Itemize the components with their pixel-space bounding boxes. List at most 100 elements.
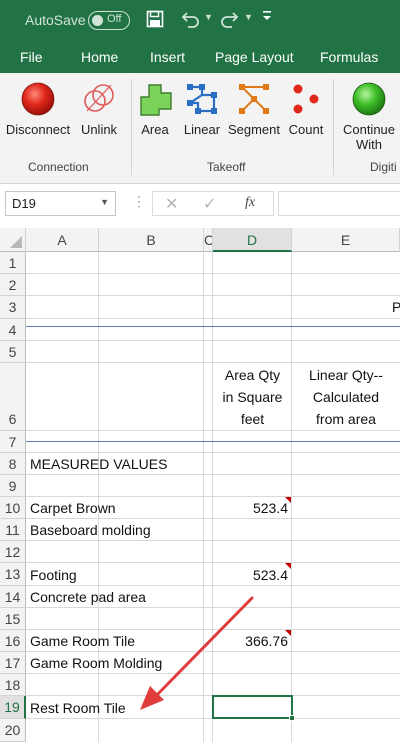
row-header[interactable]: 1	[0, 252, 26, 274]
segment-label: Segment	[227, 122, 281, 137]
group-connection-label: Connection	[28, 160, 89, 174]
fill-handle[interactable]	[289, 715, 295, 721]
count-button[interactable]: Count	[284, 81, 328, 137]
linear-icon	[186, 84, 217, 114]
blue-border-line	[26, 441, 400, 442]
area-polygon-icon	[140, 84, 172, 116]
row-header[interactable]: 5	[0, 341, 26, 363]
cell-a11[interactable]: Baseboard molding	[30, 522, 151, 538]
disconnect-label: Disconnect	[5, 122, 71, 137]
cell-a14[interactable]: Concrete pad area	[30, 589, 146, 605]
formula-buttons: ✕ ✓ fx	[152, 191, 274, 216]
column-header-d[interactable]: D	[213, 228, 292, 252]
cell-a16[interactable]: Game Room Tile	[30, 633, 135, 649]
toggle-knob	[92, 15, 103, 26]
ribbon: Disconnect Unlink Connection Area Linear	[0, 73, 400, 184]
name-box[interactable]: D19 ▼	[5, 191, 116, 216]
cell-a8[interactable]: MEASURED VALUES	[30, 456, 167, 472]
cell-e6-line3[interactable]: from area	[292, 411, 400, 427]
column-header-b[interactable]: B	[99, 228, 204, 252]
select-all-corner[interactable]	[0, 228, 26, 252]
enter-icon[interactable]: ✓	[203, 194, 216, 214]
cell-d10[interactable]: 523.4	[213, 500, 288, 516]
row-header[interactable]: 17	[0, 652, 26, 674]
cell-e6-line2[interactable]: Calculated	[292, 389, 400, 405]
cell-d6-line2[interactable]: in Square	[213, 389, 292, 405]
continue-label-line2: With	[356, 137, 382, 152]
row-header[interactable]: 16	[0, 630, 26, 652]
comment-indicator[interactable]	[285, 497, 291, 503]
row-header[interactable]: 10	[0, 497, 26, 519]
grid-line	[26, 496, 400, 497]
save-icon[interactable]	[146, 10, 164, 33]
cell-d6-line1[interactable]: Area Qty	[213, 367, 292, 383]
cell-e3[interactable]: P	[392, 299, 400, 315]
continue-label-line1: Continue	[342, 122, 396, 137]
count-label: Count	[288, 122, 324, 137]
redo-icon[interactable]	[220, 10, 240, 33]
autosave-state: Off	[107, 13, 122, 25]
formula-input[interactable]	[278, 191, 400, 216]
grid-line	[26, 318, 400, 319]
cell-e6-line1[interactable]: Linear Qty--	[292, 367, 400, 383]
row-header-selected[interactable]: 19	[0, 696, 26, 719]
comment-indicator[interactable]	[285, 630, 291, 636]
group-separator	[131, 79, 132, 175]
row-header[interactable]: 3	[0, 296, 26, 319]
green-circle-icon	[352, 82, 386, 116]
customize-toolbar-icon[interactable]	[262, 9, 272, 26]
cell-d13[interactable]: 523.4	[213, 567, 288, 583]
row-header[interactable]: 20	[0, 719, 26, 742]
grid-line	[26, 474, 400, 475]
cell-a10[interactable]: Carpet Brown	[30, 500, 116, 516]
row-header[interactable]: 6	[0, 363, 26, 431]
grid-line	[26, 518, 400, 519]
cell-a19[interactable]: Rest Room Tile	[30, 700, 126, 716]
area-label: Area	[141, 122, 169, 137]
unlink-icon	[84, 84, 114, 112]
blue-border-line	[26, 326, 400, 327]
undo-dropdown-icon[interactable]: ▼	[204, 12, 213, 22]
segment-button[interactable]: Segment	[226, 81, 282, 137]
disconnect-button[interactable]: Disconnect	[4, 81, 72, 137]
column-header-c[interactable]: C	[204, 228, 213, 252]
undo-icon[interactable]	[180, 10, 200, 33]
tab-file[interactable]: File	[20, 49, 43, 65]
cell-d6-line3[interactable]: feet	[213, 411, 292, 427]
insert-function-icon[interactable]: fx	[245, 195, 255, 211]
tab-insert[interactable]: Insert	[150, 49, 185, 65]
area-button[interactable]: Area	[136, 81, 174, 137]
tab-home[interactable]: Home	[81, 49, 118, 65]
unlink-label: Unlink	[80, 122, 118, 137]
cancel-icon[interactable]: ✕	[165, 194, 178, 214]
grid-line	[26, 362, 400, 363]
row-header[interactable]: 13	[0, 563, 26, 586]
tab-formulas[interactable]: Formulas	[320, 49, 378, 65]
row-header[interactable]: 12	[0, 541, 26, 563]
segment-icon	[239, 84, 269, 114]
row-header[interactable]: 2	[0, 274, 26, 296]
unlink-button[interactable]: Unlink	[76, 81, 122, 137]
row-header[interactable]: 9	[0, 475, 26, 497]
row-header[interactable]: 4	[0, 319, 26, 341]
linear-button[interactable]: Linear	[180, 81, 224, 137]
column-header-e[interactable]: E	[292, 228, 400, 252]
tab-page-layout[interactable]: Page Layout	[215, 49, 294, 65]
row-header[interactable]: 11	[0, 519, 26, 541]
redo-dropdown-icon[interactable]: ▼	[244, 12, 253, 22]
row-header[interactable]: 18	[0, 674, 26, 696]
row-header[interactable]: 15	[0, 608, 26, 630]
cell-a13[interactable]: Footing	[30, 567, 77, 583]
name-box-value: D19	[12, 196, 36, 211]
row-header[interactable]: 8	[0, 453, 26, 475]
comment-indicator[interactable]	[285, 563, 291, 569]
continue-with-button[interactable]: Continue With	[338, 81, 400, 152]
red-circle-icon	[21, 82, 55, 116]
autosave-toggle[interactable]: Off	[88, 11, 130, 30]
count-dots-icon	[293, 84, 319, 114]
formula-bar-grip-icon[interactable]: ⋮	[132, 193, 147, 210]
column-header-a[interactable]: A	[26, 228, 99, 252]
chevron-down-icon[interactable]: ▼	[100, 197, 109, 207]
row-header[interactable]: 7	[0, 431, 26, 453]
row-header[interactable]: 14	[0, 586, 26, 608]
